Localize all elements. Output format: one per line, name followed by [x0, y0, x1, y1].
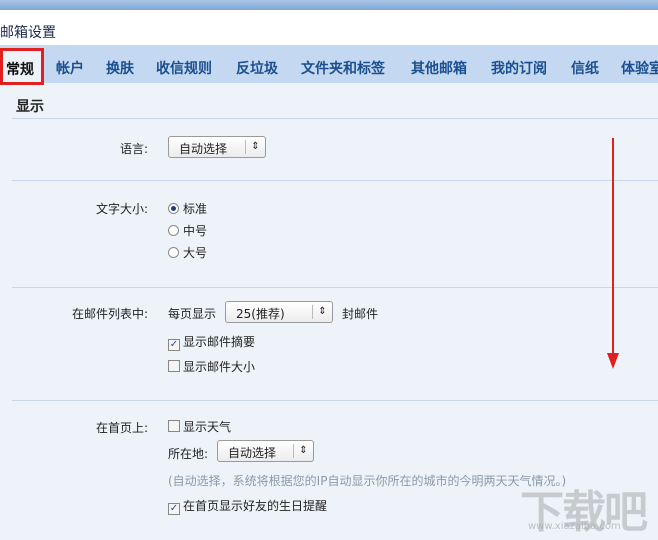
- checkbox-icon: [168, 360, 180, 372]
- radio-standard[interactable]: 标准: [168, 200, 207, 217]
- divider: [12, 118, 658, 119]
- show-weather-checkbox[interactable]: 显示天气: [168, 418, 231, 435]
- show-summary-checkbox[interactable]: ✓ 显示邮件摘要: [168, 333, 255, 351]
- radio-icon: [168, 203, 179, 214]
- tab-other-mailbox[interactable]: 其他邮箱: [411, 58, 467, 78]
- divider: [12, 180, 658, 181]
- radio-icon: [168, 247, 179, 258]
- radio-label: 大号: [183, 246, 208, 260]
- radio-large[interactable]: 大号: [168, 244, 207, 261]
- updown-icon: ⇕: [312, 305, 332, 319]
- checkbox-checked-icon: ✓: [168, 339, 180, 351]
- checkbox-label: 显示天气: [183, 420, 232, 434]
- page-title: 邮箱设置: [0, 25, 56, 41]
- top-bar: [0, 0, 658, 10]
- checkbox-icon: [168, 420, 180, 432]
- tab-bar: 常规 帐户 换肤 收信规则 反垃圾 文件夹和标签 其他邮箱 我的订阅 信纸 体验…: [0, 45, 658, 85]
- radio-label: 标准: [183, 202, 208, 216]
- location-select[interactable]: 自动选择 ⇕: [217, 440, 314, 462]
- birthday-checkbox[interactable]: ✓ 在首页显示好友的生日提醒: [168, 497, 327, 515]
- tab-general[interactable]: 常规: [0, 48, 44, 85]
- language-label: 语言:: [119, 142, 148, 156]
- per-page-value: 25(推荐): [236, 307, 285, 321]
- watermark-url: www.xiazaiba.com: [528, 521, 621, 532]
- per-page-suffix: 封邮件: [342, 307, 379, 321]
- red-arrow-annotation: [607, 138, 619, 369]
- tab-folders[interactable]: 文件夹和标签: [301, 58, 385, 78]
- tab-subscriptions[interactable]: 我的订阅: [491, 58, 547, 78]
- font-size-label: 文字大小:: [95, 202, 148, 216]
- checkbox-label: 在首页显示好友的生日提醒: [183, 499, 328, 513]
- mail-list-label: 在邮件列表中:: [71, 307, 148, 321]
- updown-icon: ⇕: [245, 140, 265, 154]
- tab-spam[interactable]: 反垃圾: [236, 58, 278, 78]
- language-select[interactable]: 自动选择 ⇕: [168, 136, 266, 158]
- radio-icon: [168, 225, 179, 236]
- checkbox-checked-icon: ✓: [168, 503, 180, 515]
- weather-hint: (自动选择，系统将根据您的IP自动显示你所在的城市的今明两天天气情况。): [168, 474, 567, 488]
- divider: [12, 287, 658, 288]
- section-title: 显示: [16, 99, 44, 115]
- tab-rules[interactable]: 收信规则: [156, 58, 212, 78]
- location-value: 自动选择: [228, 446, 277, 460]
- tab-lab[interactable]: 体验室: [621, 58, 658, 78]
- checkbox-label: 显示邮件摘要: [183, 335, 256, 349]
- updown-icon: ⇕: [293, 444, 313, 458]
- language-value: 自动选择: [179, 142, 228, 156]
- show-size-checkbox[interactable]: 显示邮件大小: [168, 358, 255, 375]
- tab-stationery[interactable]: 信纸: [571, 58, 599, 78]
- radio-label: 中号: [183, 224, 208, 238]
- divider: [12, 400, 658, 401]
- header: 邮箱设置: [0, 10, 658, 45]
- tab-skin[interactable]: 换肤: [106, 58, 134, 78]
- per-page-prefix: 每页显示: [168, 307, 217, 321]
- tab-account[interactable]: 帐户: [56, 58, 84, 78]
- per-page-select[interactable]: 25(推荐) ⇕: [225, 301, 333, 323]
- radio-medium[interactable]: 中号: [168, 222, 207, 239]
- checkbox-label: 显示邮件大小: [183, 360, 256, 374]
- location-label: 所在地:: [168, 447, 209, 461]
- homepage-label: 在首页上:: [95, 421, 148, 435]
